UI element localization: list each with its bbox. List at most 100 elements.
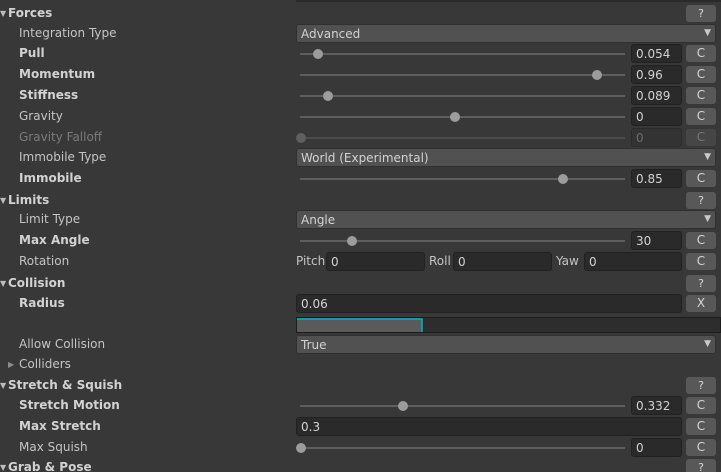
momentum-row: Momentum 0.96 C bbox=[0, 64, 721, 85]
yaw-label: Yaw bbox=[556, 254, 579, 268]
max-angle-field[interactable]: 30 bbox=[631, 231, 682, 250]
section-title: Limits bbox=[8, 193, 50, 207]
pull-curve-button[interactable]: C bbox=[686, 45, 716, 62]
section-title: Collision bbox=[8, 276, 66, 290]
immobile-type-row: Immobile Type World (Experimental) ▼ bbox=[0, 147, 721, 168]
max-squish-slider-track[interactable] bbox=[300, 447, 625, 449]
pitch-label: Pitch bbox=[296, 254, 326, 268]
dropdown-value: Advanced bbox=[301, 27, 361, 41]
immobile-slider-track[interactable] bbox=[300, 178, 625, 180]
pull-field[interactable]: 0.054 bbox=[631, 44, 682, 63]
triangle-down-icon: ▼ bbox=[0, 9, 7, 18]
radius-label: Radius bbox=[19, 296, 65, 310]
gravity-curve-button[interactable]: C bbox=[686, 108, 716, 125]
momentum-slider-track[interactable] bbox=[300, 74, 625, 76]
max-angle-label: Max Angle bbox=[19, 233, 90, 247]
immobile-field[interactable]: 0.85 bbox=[631, 169, 682, 188]
radius-clear-button[interactable]: X bbox=[686, 295, 716, 312]
max-squish-field[interactable]: 0 bbox=[631, 438, 682, 457]
pull-slider-track[interactable] bbox=[300, 53, 625, 55]
rotation-curve-button[interactable]: C bbox=[686, 253, 716, 270]
help-button[interactable]: ? bbox=[686, 192, 716, 209]
radius-field[interactable]: 0.06 bbox=[296, 294, 682, 313]
allow-collision-dropdown[interactable]: True ▼ bbox=[296, 335, 716, 354]
max-squish-label: Max Squish bbox=[19, 440, 88, 454]
colliders-foldout[interactable]: ▶ Colliders bbox=[8, 357, 71, 371]
gravity-falloff-slider-track bbox=[300, 137, 625, 139]
immobile-type-dropdown[interactable]: World (Experimental) ▼ bbox=[296, 148, 716, 167]
pull-label: Pull bbox=[19, 46, 45, 60]
gravity-falloff-row: Gravity Falloff 0 C bbox=[0, 127, 721, 148]
pitch-field[interactable]: 0 bbox=[326, 252, 425, 271]
allow-collision-label: Allow Collision bbox=[19, 337, 106, 351]
gravity-field[interactable]: 0 bbox=[631, 107, 682, 126]
help-button[interactable]: ? bbox=[686, 275, 716, 292]
immobile-type-label: Immobile Type bbox=[19, 150, 107, 164]
section-grab-header[interactable]: ▼ Grab & Pose bbox=[0, 460, 92, 472]
help-button[interactable]: ? bbox=[686, 459, 716, 472]
stiffness-slider-track[interactable] bbox=[300, 95, 625, 97]
max-squish-curve-button[interactable]: C bbox=[686, 439, 716, 456]
dropdown-value: World (Experimental) bbox=[301, 151, 429, 165]
section-limits[interactable]: ▼ Limits ? bbox=[0, 190, 721, 211]
momentum-slider-handle[interactable] bbox=[591, 70, 602, 80]
pull-row: Pull 0.054 C bbox=[0, 43, 721, 64]
section-forces[interactable]: ▼ Forces ? bbox=[0, 3, 721, 24]
help-button[interactable]: ? bbox=[686, 5, 716, 22]
gravity-slider-handle[interactable] bbox=[450, 112, 460, 122]
section-collision[interactable]: ▼ Collision ? bbox=[0, 273, 721, 294]
stretch-motion-field[interactable]: 0.332 bbox=[631, 396, 682, 415]
section-grab-pose[interactable]: ▼ Grab & Pose ? bbox=[0, 457, 721, 472]
section-limits-header[interactable]: ▼ Limits bbox=[0, 193, 49, 207]
max-angle-row: Max Angle 30 C bbox=[0, 230, 721, 251]
limit-type-dropdown[interactable]: Angle ▼ bbox=[296, 210, 716, 229]
dropdown-value: True bbox=[301, 338, 327, 352]
triangle-down-icon: ▼ bbox=[0, 279, 7, 288]
stiffness-row: Stiffness 0.089 C bbox=[0, 85, 721, 106]
yaw-field[interactable]: 0 bbox=[584, 252, 682, 271]
stretch-motion-curve-button[interactable]: C bbox=[686, 397, 716, 414]
momentum-label: Momentum bbox=[19, 67, 96, 81]
gravity-row: Gravity 0 C bbox=[0, 106, 721, 127]
roll-field[interactable]: 0 bbox=[453, 252, 552, 271]
momentum-curve-button[interactable]: C bbox=[686, 66, 716, 83]
section-title: Grab & Pose bbox=[8, 460, 92, 472]
max-stretch-field[interactable]: 0.3 bbox=[296, 417, 682, 436]
section-title: Forces bbox=[8, 6, 53, 20]
radius-row: Radius 0.06 X bbox=[0, 293, 721, 314]
stiffness-curve-button[interactable]: C bbox=[686, 87, 716, 104]
radius-curve-graph bbox=[297, 318, 423, 332]
roll-label: Roll bbox=[429, 254, 451, 268]
stretch-motion-slider-track[interactable] bbox=[300, 405, 625, 407]
section-stretch[interactable]: ▼ Stretch & Squish ? bbox=[0, 375, 721, 396]
pull-slider-handle[interactable] bbox=[312, 49, 323, 59]
section-forces-header[interactable]: ▼ Forces bbox=[0, 6, 52, 20]
limit-type-label: Limit Type bbox=[19, 212, 81, 226]
gravity-slider-track[interactable] bbox=[300, 116, 625, 118]
stretch-motion-slider-handle[interactable] bbox=[398, 401, 409, 411]
integration-type-dropdown[interactable]: Advanced ▼ bbox=[296, 24, 716, 43]
immobile-label: Immobile bbox=[19, 171, 82, 185]
immobile-row: Immobile 0.85 C bbox=[0, 168, 721, 189]
max-angle-curve-button[interactable]: C bbox=[686, 232, 716, 249]
max-angle-slider-handle[interactable] bbox=[347, 236, 358, 246]
colliders-row[interactable]: ▶ Colliders bbox=[0, 354, 721, 375]
colliders-label: Colliders bbox=[19, 357, 71, 371]
gravity-falloff-curve-button: C bbox=[686, 129, 716, 146]
max-squish-slider-handle[interactable] bbox=[296, 443, 306, 453]
help-button[interactable]: ? bbox=[686, 377, 716, 394]
section-stretch-header[interactable]: ▼ Stretch & Squish bbox=[0, 378, 122, 392]
dropdown-arrow-icon: ▼ bbox=[704, 152, 711, 162]
stiffness-slider-handle[interactable] bbox=[323, 91, 334, 101]
gravity-falloff-label: Gravity Falloff bbox=[19, 130, 103, 144]
dropdown-arrow-icon: ▼ bbox=[704, 28, 711, 38]
gravity-falloff-field: 0 bbox=[631, 128, 682, 147]
stiffness-field[interactable]: 0.089 bbox=[631, 86, 682, 105]
immobile-slider-handle[interactable] bbox=[557, 174, 568, 184]
section-collision-header[interactable]: ▼ Collision bbox=[0, 276, 65, 290]
immobile-curve-button[interactable]: C bbox=[686, 170, 716, 187]
momentum-field[interactable]: 0.96 bbox=[631, 65, 682, 84]
rotation-label: Rotation bbox=[19, 254, 70, 268]
max-stretch-curve-button[interactable]: C bbox=[686, 418, 716, 435]
radius-curve-field[interactable] bbox=[296, 317, 721, 333]
